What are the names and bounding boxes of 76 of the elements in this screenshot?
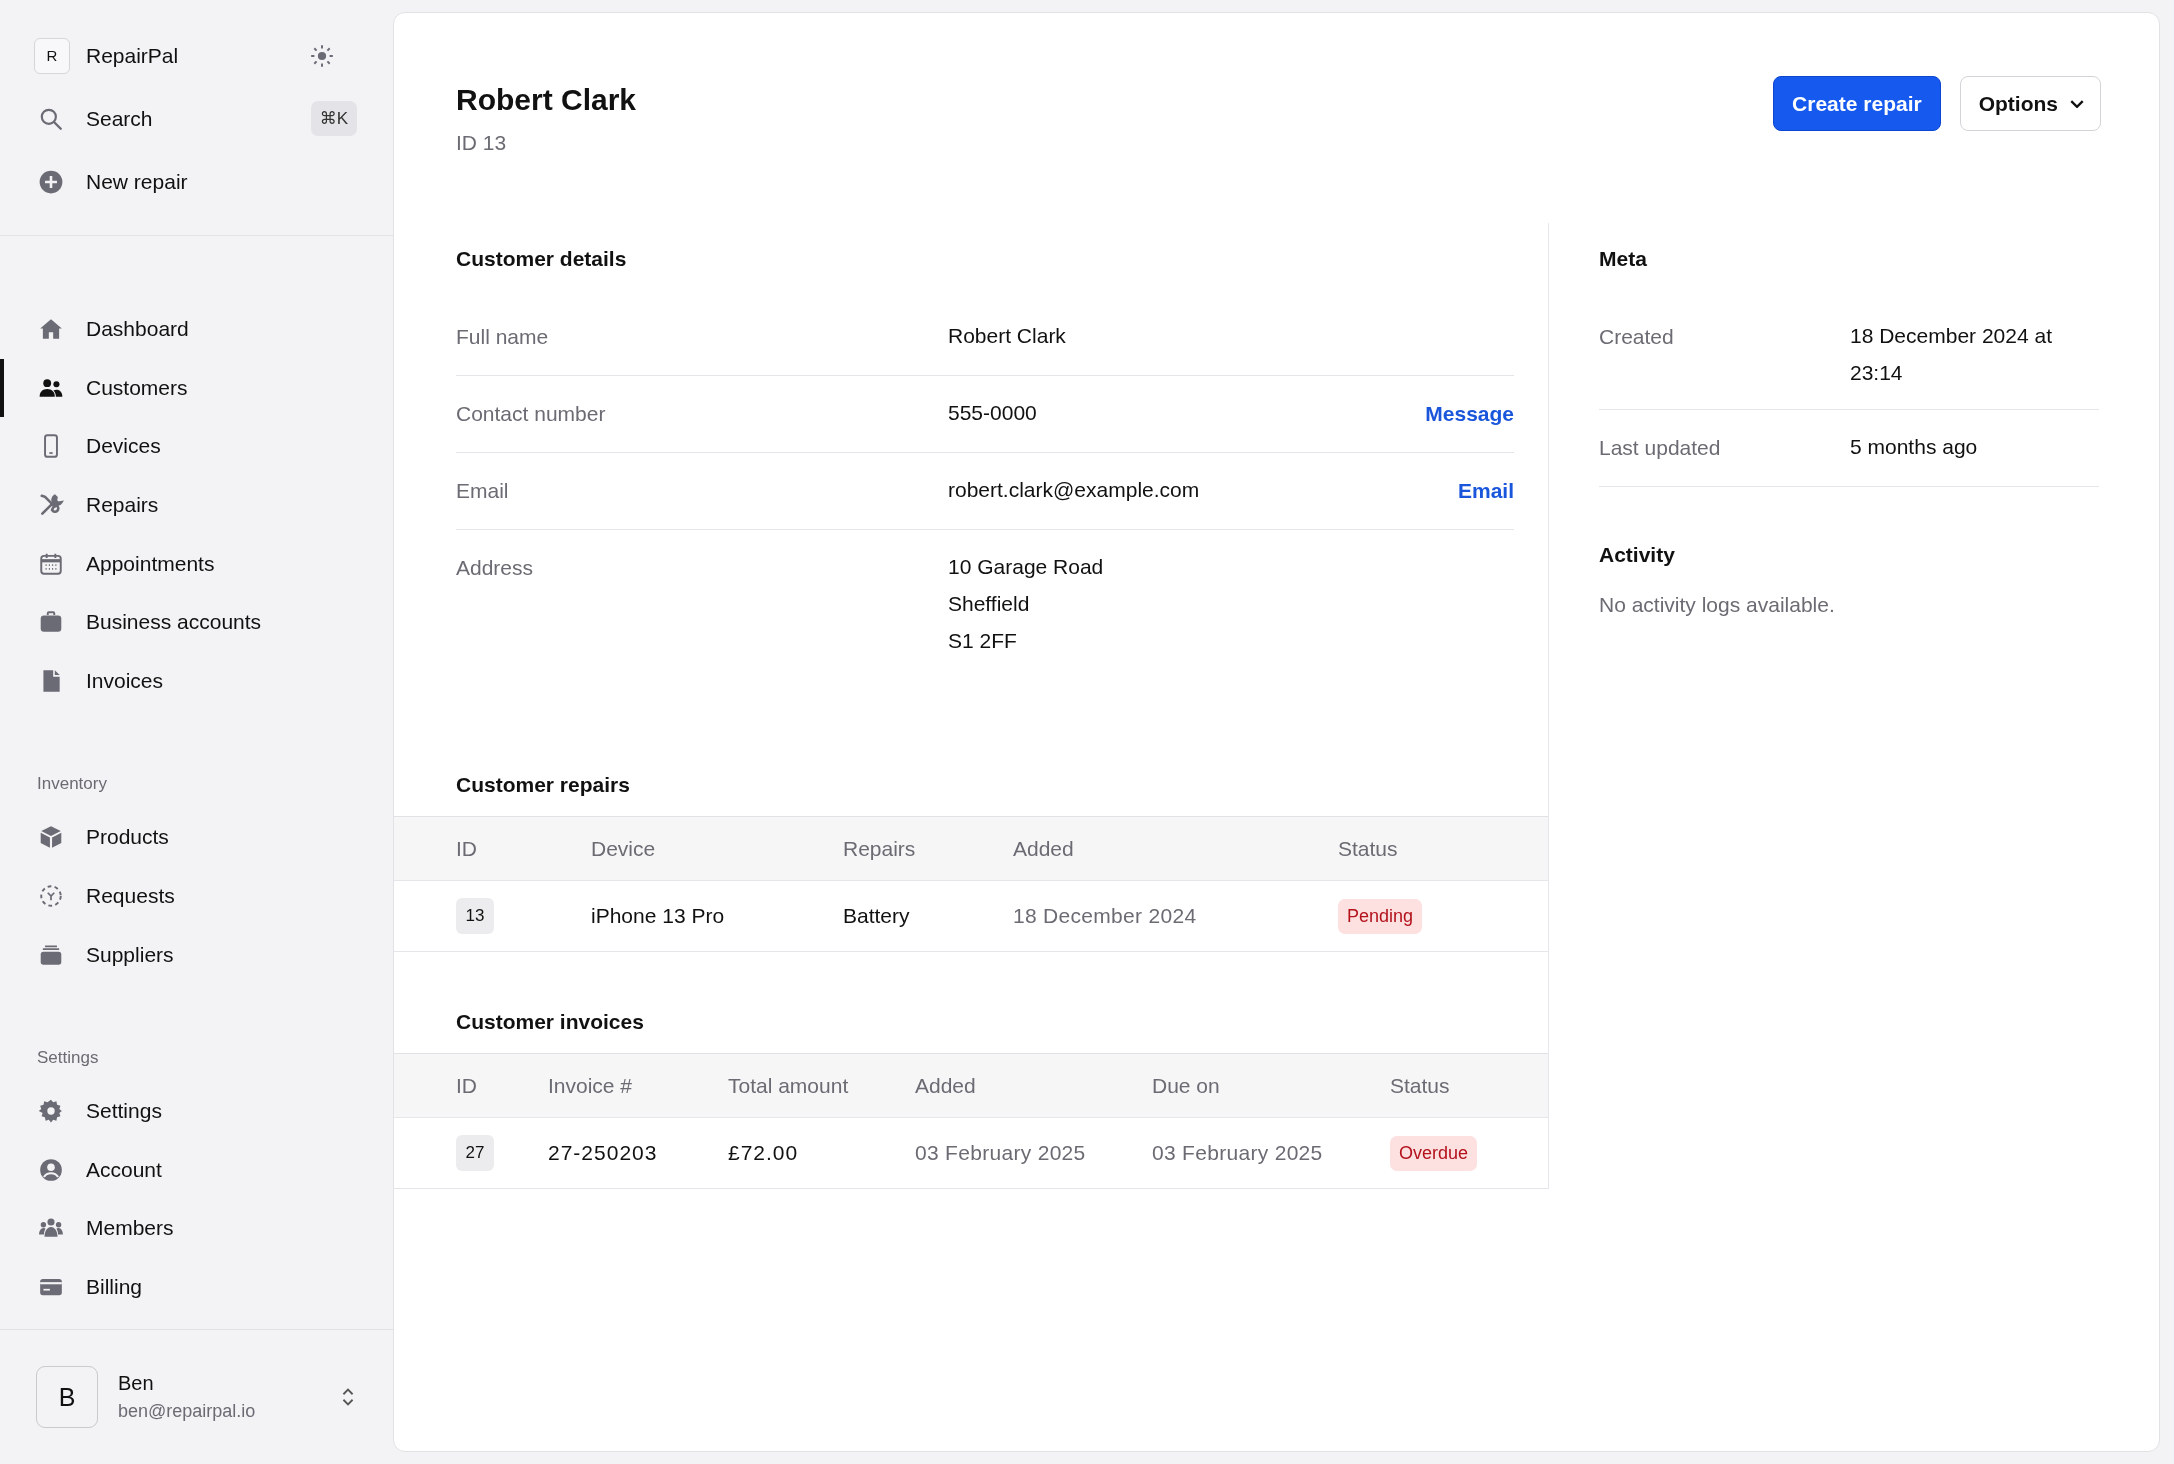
- section-heading: Inventory: [36, 774, 108, 796]
- field-label: Last updated: [1599, 436, 1722, 460]
- field-label: Created: [1599, 325, 1675, 350]
- field-label: Contact number: [456, 402, 607, 426]
- logo-badge: R: [34, 37, 70, 74]
- column-header: Added: [915, 1073, 977, 1098]
- status-badge: Pending: [1338, 898, 1423, 934]
- chevron-down-icon: [2070, 99, 2084, 108]
- dashed-circle-icon: [38, 883, 64, 910]
- field-label: Full name: [456, 325, 550, 349]
- section-heading: Meta: [1599, 247, 1648, 271]
- shortcut-hint: ⌘K: [310, 101, 357, 136]
- id-badge: 13: [456, 898, 494, 934]
- empty-state-text: No activity logs available.: [1599, 593, 1836, 617]
- column-header: Added: [1013, 836, 1075, 861]
- column-header: Total amount: [728, 1073, 850, 1098]
- section-heading: Customer invoices: [455, 1008, 645, 1035]
- action-link[interactable]: Email: [1457, 479, 1514, 503]
- nav-item[interactable]: Devices: [0, 417, 393, 476]
- new-repair-button[interactable]: New repair: [0, 150, 393, 213]
- field-value: 10 Garage Road Sheffield S1 2FF: [948, 554, 1105, 654]
- column-header: Status: [1338, 836, 1399, 861]
- page-title: Robert Clark: [456, 83, 637, 117]
- plus-circle-icon: [38, 168, 64, 195]
- column-header: ID: [456, 836, 478, 861]
- table-cell: iPhone 13 Pro: [591, 904, 725, 927]
- brand-name: RepairPal: [86, 43, 179, 67]
- gear-icon: [38, 1098, 64, 1125]
- table-cell: Battery: [843, 904, 910, 927]
- column-header: Device: [591, 836, 657, 861]
- cube-icon: [38, 824, 64, 851]
- column-header: Repairs: [843, 836, 917, 861]
- nav-item[interactable]: Billing: [0, 1257, 393, 1317]
- nav-item[interactable]: Dashboard: [0, 300, 393, 359]
- nav-item[interactable]: Products: [0, 808, 393, 867]
- field-value: 555-0000: [948, 400, 1038, 426]
- nav-item[interactable]: Requests: [0, 866, 393, 926]
- section-heading: Customer details: [456, 247, 628, 271]
- nav-item[interactable]: Account: [0, 1140, 393, 1200]
- status-badge: Overdue: [1390, 1135, 1478, 1171]
- field-value: 5 months ago: [1850, 434, 1979, 460]
- id-badge: 27: [456, 1135, 494, 1171]
- options-dropdown[interactable]: Options: [1959, 76, 2101, 131]
- user-avatar: B: [36, 1366, 98, 1428]
- table-cell: 03 February 2025: [1152, 1141, 1323, 1164]
- column-header: Due on: [1152, 1073, 1221, 1098]
- nav-item[interactable]: Appointments: [0, 534, 393, 593]
- section-heading: Customer repairs: [455, 771, 631, 798]
- user-circle-icon: [38, 1156, 64, 1183]
- table-cell: £72.00: [728, 1141, 799, 1164]
- field-value: robert.clark@example.com: [948, 477, 1201, 503]
- section-heading: Activity: [1599, 543, 1676, 567]
- search-button[interactable]: Search ⌘K: [0, 87, 393, 150]
- field-value: 18 December 2024 at 23:14: [1850, 323, 2053, 386]
- create-repair-button[interactable]: Create repair: [1773, 76, 1941, 131]
- nav-item[interactable]: Settings: [0, 1081, 393, 1141]
- user-name: Ben: [118, 1372, 155, 1395]
- customer-id: ID 13: [456, 131, 508, 155]
- nav-item[interactable]: Suppliers: [0, 925, 393, 984]
- sun-icon: [309, 42, 335, 69]
- field-value: Robert Clark: [948, 323, 1067, 349]
- user-email: ben@repairpal.io: [118, 1401, 257, 1422]
- nav-item[interactable]: Business accounts: [0, 592, 393, 652]
- table-cell: 03 February 2025: [915, 1141, 1086, 1164]
- table-cell: 18 December 2024: [1013, 904, 1197, 927]
- column-header: Invoice #: [548, 1073, 634, 1098]
- table-cell: 27-250203: [548, 1141, 658, 1164]
- field-label: Address: [456, 556, 535, 581]
- nav-item[interactable]: Members: [0, 1199, 393, 1258]
- column-header: ID: [456, 1073, 478, 1098]
- section-heading: Settings: [36, 1047, 100, 1069]
- action-link[interactable]: Message: [1425, 402, 1514, 426]
- column-header: Status: [1390, 1073, 1451, 1098]
- field-label: Email: [456, 479, 510, 503]
- nav-item[interactable]: Invoices: [0, 651, 393, 711]
- nav-item[interactable]: Repairs: [0, 475, 393, 535]
